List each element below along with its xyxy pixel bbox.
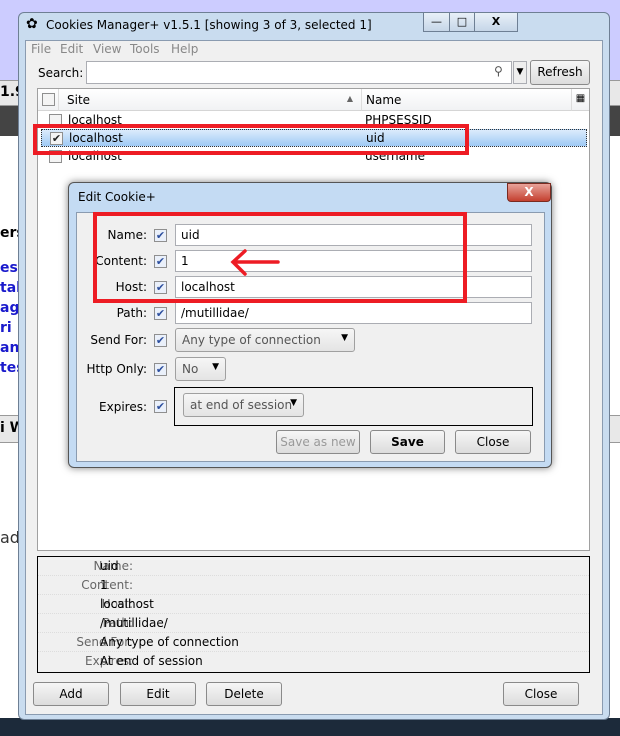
menu-view[interactable]: View bbox=[93, 42, 121, 56]
cookie-icon: ✿ bbox=[26, 16, 38, 32]
bg-text: es bbox=[0, 260, 18, 276]
detail-send-for: Send For: Any type of connection bbox=[38, 633, 589, 652]
annotation-arrow-icon bbox=[230, 249, 280, 276]
send-for-label: Send For: bbox=[90, 333, 147, 347]
send-for-select[interactable]: Any type of connection ▼ bbox=[175, 328, 355, 352]
path-label: Path: bbox=[116, 306, 147, 320]
detail-expires: Expires: At end of session bbox=[85, 654, 203, 668]
search-input[interactable] bbox=[86, 61, 512, 84]
bg-text: ri bbox=[0, 320, 12, 336]
expires-checkbox[interactable]: ✔ bbox=[154, 400, 167, 413]
window-title: Cookies Manager+ v1.5.1 [showing 3 of 3,… bbox=[46, 18, 372, 32]
send-for-checkbox[interactable]: ✔ bbox=[154, 334, 167, 347]
detail-content: Content: 1 bbox=[38, 576, 589, 595]
select-all-header[interactable] bbox=[38, 89, 58, 111]
bg-text: an bbox=[0, 340, 20, 356]
edit-button[interactable]: Edit bbox=[120, 682, 196, 706]
search-label: Search: bbox=[38, 66, 84, 80]
maximize-button[interactable]: □ bbox=[449, 12, 475, 32]
sort-asc-icon: ▲ bbox=[346, 94, 353, 103]
save-button[interactable]: Save bbox=[370, 430, 445, 454]
add-button[interactable]: Add bbox=[33, 682, 109, 706]
detail-name: Name: uid bbox=[38, 557, 589, 576]
search-dropdown-button[interactable]: ▼ bbox=[513, 61, 527, 84]
taskbar bbox=[0, 718, 620, 736]
save-as-new-button[interactable]: Save as new bbox=[276, 430, 360, 454]
menu-help[interactable]: Help bbox=[171, 42, 198, 56]
dialog-close-icon[interactable]: X bbox=[507, 183, 551, 202]
expires-label: Expires: bbox=[99, 400, 147, 414]
column-name[interactable]: Name bbox=[361, 89, 571, 111]
dialog-title: Edit Cookie+ bbox=[78, 190, 156, 204]
http-only-label: Http Only: bbox=[86, 362, 147, 376]
bg-text: ad bbox=[0, 528, 20, 547]
bg-text: ag bbox=[0, 300, 20, 316]
chevron-down-icon: ▼ bbox=[290, 398, 297, 408]
column-site-label: Site bbox=[67, 93, 91, 107]
chevron-down-icon: ▼ bbox=[341, 333, 348, 343]
minimize-button[interactable]: — bbox=[423, 12, 450, 32]
path-input[interactable]: /mutillidae/ bbox=[175, 302, 532, 324]
expires-select[interactable]: at end of session ▼ bbox=[183, 393, 304, 417]
detail-path: Path:/mutillidae/ bbox=[38, 614, 589, 633]
chevron-down-icon: ▼ bbox=[212, 362, 219, 372]
close-window-button[interactable]: X bbox=[474, 12, 518, 32]
refresh-button[interactable]: Refresh bbox=[530, 60, 590, 85]
annotation-highlight-row bbox=[33, 124, 469, 155]
menu-tools[interactable]: Tools bbox=[130, 42, 160, 56]
search-icon[interactable]: ⚲ bbox=[494, 64, 503, 78]
detail-host: Host: localhost bbox=[38, 595, 589, 614]
delete-button[interactable]: Delete bbox=[206, 682, 282, 706]
menu-edit[interactable]: Edit bbox=[60, 42, 83, 56]
http-only-select[interactable]: No ▼ bbox=[175, 357, 226, 381]
close-button[interactable]: Close bbox=[503, 682, 579, 706]
cookie-details: Name: uid Content: 1 Host: localhost Path: /… bbox=[37, 556, 590, 673]
column-picker-icon[interactable]: ▦ bbox=[571, 89, 589, 111]
column-site[interactable]: Site ▲ bbox=[58, 89, 361, 111]
menu-file[interactable]: File bbox=[31, 42, 51, 56]
http-only-checkbox[interactable]: ✔ bbox=[154, 363, 167, 376]
path-checkbox[interactable]: ✔ bbox=[154, 307, 167, 320]
dialog-close-button[interactable]: Close bbox=[455, 430, 531, 454]
column-name-label: Name bbox=[366, 93, 402, 107]
select-all-checkbox[interactable] bbox=[42, 93, 55, 106]
